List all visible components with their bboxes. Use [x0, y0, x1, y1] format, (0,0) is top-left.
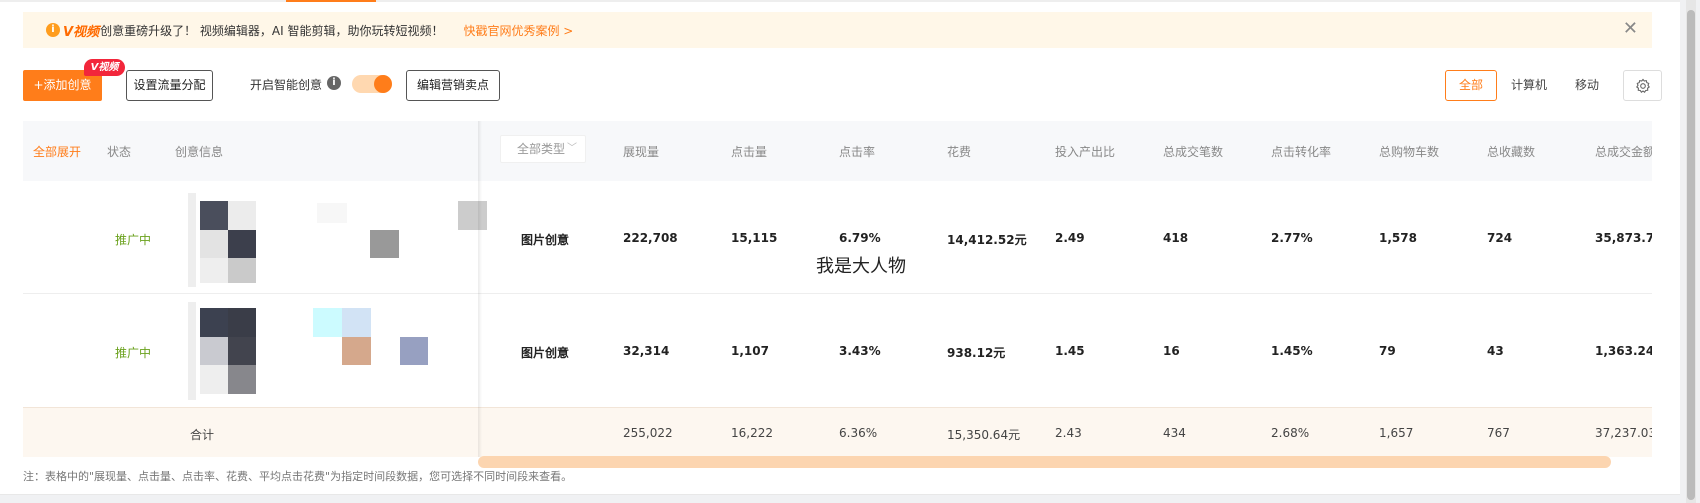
- total-orders: 434: [1163, 426, 1186, 440]
- ctr-cell: 3.43%: [839, 344, 881, 358]
- creative-type-select[interactable]: 全部类型 ﹀: [500, 135, 586, 163]
- total-revenue: 37,237.03: [1595, 426, 1652, 440]
- video-badge: V视频: [84, 59, 125, 76]
- tab-bar-line: [0, 0, 1680, 2]
- total-cvr: 2.68%: [1271, 426, 1310, 440]
- status-header: 状态: [107, 145, 132, 159]
- roi-cell: 1.45: [1055, 344, 1085, 358]
- creative-info-header: 创意信息: [175, 145, 224, 159]
- favorites-cell: 724: [1487, 231, 1513, 245]
- scrollbar-thumb[interactable]: [1687, 10, 1695, 500]
- overlay-text: 我是大人物: [816, 256, 906, 277]
- device-segment: 全部 计算机 移动: [1445, 70, 1613, 101]
- table-row: 推广中 图片创意 32,314 1,107 3.43% 938.12元 1.45…: [23, 294, 1652, 407]
- chevron-down-icon: ﹀: [567, 143, 577, 154]
- cvr-cell: 2.77%: [1271, 231, 1313, 245]
- revenue-cell: 35,873.79: [1595, 231, 1652, 245]
- gear-icon: [1635, 78, 1650, 93]
- roi-cell: 2.49: [1055, 231, 1085, 245]
- impressions-cell: 222,708: [623, 231, 678, 245]
- orders-cell: 418: [1163, 231, 1189, 245]
- orders-cell: 16: [1163, 344, 1180, 358]
- favorites-cell: 43: [1487, 344, 1504, 358]
- creative-thumbnail[interactable]: [188, 302, 488, 400]
- clicks-cell: 1,107: [731, 344, 769, 358]
- creative-thumbnail[interactable]: [188, 193, 488, 287]
- total-favorites: 767: [1487, 426, 1510, 440]
- clicks-cell: 15,115: [731, 231, 778, 245]
- revenue-cell: 1,363.24: [1595, 344, 1652, 358]
- help-info-icon[interactable]: i: [327, 76, 341, 90]
- header-impressions[interactable]: 展现量: [623, 143, 659, 160]
- header-roi[interactable]: 投入产出比: [1055, 143, 1115, 160]
- header-ctr[interactable]: 点击率: [839, 143, 875, 160]
- type-select-value: 全部类型: [517, 142, 566, 156]
- notice-case-link[interactable]: 快戳官网优秀案例 >: [463, 22, 573, 39]
- smart-creative-toggle[interactable]: [352, 75, 392, 93]
- active-tab-indicator: [286, 0, 376, 2]
- device-option-computer[interactable]: 计算机: [1497, 70, 1561, 101]
- close-icon[interactable]: ✕: [1623, 20, 1638, 38]
- table-header: 全部展开 状态 创意信息 全部类型 ﹀ 展现量 点击量 点击率 花费 投入产出比 …: [23, 121, 1652, 181]
- horizontal-scrollbar[interactable]: [478, 456, 1611, 468]
- ctr-cell: 6.79%: [839, 231, 881, 245]
- header-cvr[interactable]: 点击转化率: [1271, 143, 1331, 160]
- header-orders[interactable]: 总成交笔数: [1163, 143, 1223, 160]
- notice-text: 创意重磅升级了！ 视频编辑器，AI 智能剪辑，助你玩转短视频！: [100, 23, 444, 38]
- total-cost: 15,350.64元: [947, 428, 1021, 442]
- total-carts: 1,657: [1379, 426, 1414, 440]
- header-revenue[interactable]: 总成交金额: [1595, 143, 1652, 160]
- vertical-scrollbar[interactable]: [1686, 0, 1696, 503]
- table-footnote: 注：表格中的"展现量、点击量、点击率、花费、平均点击花费"为指定时间段数据，您可…: [23, 470, 573, 483]
- expand-all-link[interactable]: 全部展开: [33, 143, 81, 160]
- header-favorites[interactable]: 总收藏数: [1487, 143, 1535, 160]
- creative-type: 图片创意: [521, 233, 570, 247]
- cost-cell: 14,412.52元: [947, 233, 1027, 247]
- status-badge: 推广中: [115, 346, 152, 360]
- cvr-cell: 1.45%: [1271, 344, 1313, 358]
- creative-type: 图片创意: [521, 346, 570, 360]
- total-label: 合计: [190, 428, 215, 442]
- fixed-column-shadow: [478, 121, 482, 457]
- video-brand-logo: V视频: [63, 24, 100, 40]
- upgrade-notice-bar: i V视频 创意重磅升级了！ 视频编辑器，AI 智能剪辑，助你玩转短视频！ 快戳…: [23, 12, 1652, 48]
- total-impressions: 255,022: [623, 426, 673, 440]
- device-option-mobile[interactable]: 移动: [1561, 70, 1613, 101]
- column-settings-button[interactable]: [1623, 70, 1662, 101]
- traffic-allocation-button[interactable]: 设置流量分配: [126, 70, 213, 101]
- info-icon: i: [46, 23, 60, 37]
- status-badge: 推广中: [115, 233, 152, 247]
- device-option-all[interactable]: 全部: [1445, 70, 1498, 101]
- impressions-cell: 32,314: [623, 344, 670, 358]
- creative-panel: i V视频 创意重磅升级了！ 视频编辑器，AI 智能剪辑，助你玩转短视频！ 快戳…: [0, 0, 1680, 495]
- creative-table: 全部展开 状态 创意信息 全部类型 ﹀ 展现量 点击量 点击率 花费 投入产出比 …: [23, 121, 1652, 457]
- edit-selling-points-button[interactable]: 编辑营销卖点: [406, 70, 500, 101]
- smart-creative-label: 开启智能创意: [250, 78, 323, 92]
- total-ctr: 6.36%: [839, 426, 878, 440]
- header-cost[interactable]: 花费: [947, 143, 971, 160]
- total-roi: 2.43: [1055, 426, 1082, 440]
- header-carts[interactable]: 总购物车数: [1379, 143, 1439, 160]
- carts-cell: 79: [1379, 344, 1396, 358]
- header-clicks[interactable]: 点击量: [731, 143, 767, 160]
- carts-cell: 1,578: [1379, 231, 1417, 245]
- total-row: 合计 255,022 16,222 6.36% 15,350.64元 2.43 …: [23, 407, 1652, 457]
- cost-cell: 938.12元: [947, 346, 1006, 360]
- total-clicks: 16,222: [731, 426, 773, 440]
- toggle-knob: [374, 75, 392, 93]
